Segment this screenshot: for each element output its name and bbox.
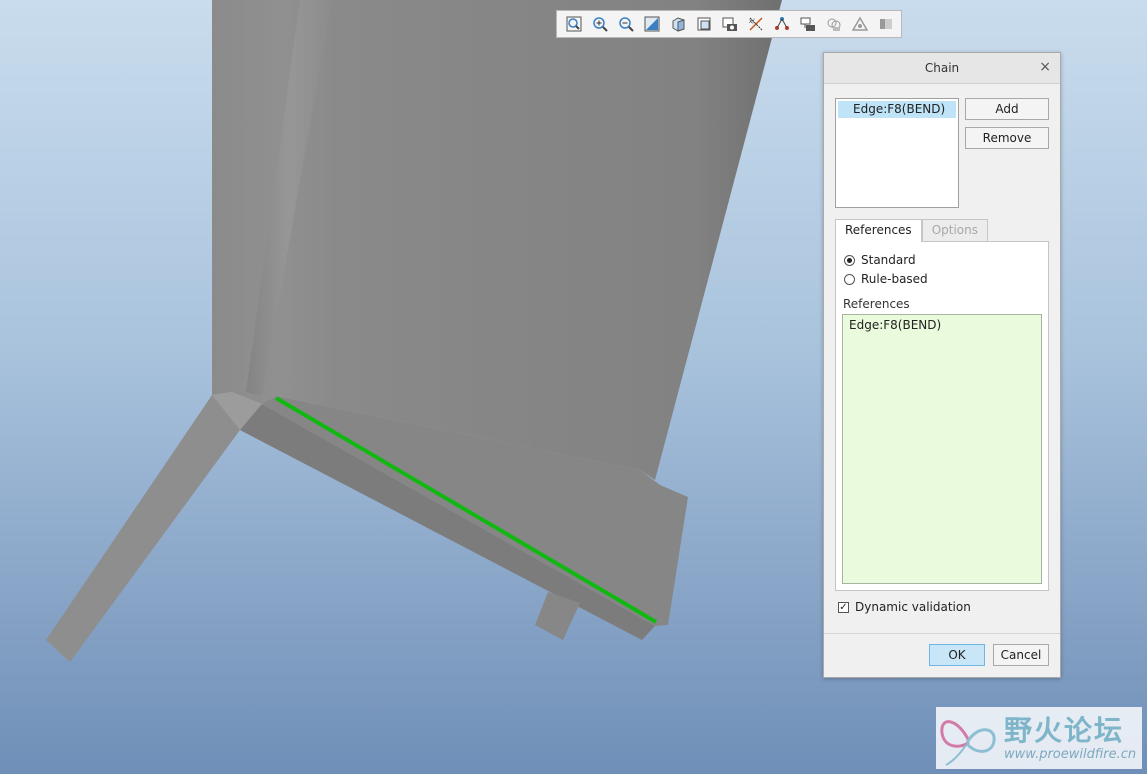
dynamic-validation-row[interactable]: ✓ Dynamic validation (838, 600, 971, 614)
tab-references[interactable]: References (835, 219, 922, 242)
add-button[interactable]: Add (965, 98, 1049, 120)
refit-icon (566, 16, 582, 32)
view-manager-button[interactable] (717, 13, 743, 35)
dialog-tabs: References Options (835, 219, 988, 242)
datum-display-icon: x/ (749, 17, 763, 31)
dialog-title: Chain (924, 61, 960, 75)
view-toolbar: x/ (556, 10, 902, 38)
chain-list-item[interactable]: Edge:F8(BEND) (838, 101, 956, 118)
dialog-title-bar[interactable]: Chain × (824, 53, 1060, 84)
watermark-title: 野火论坛 (1004, 714, 1125, 747)
butterfly-logo-icon (940, 720, 996, 766)
datum-display-button[interactable]: x/ (743, 13, 769, 35)
reference-item[interactable]: Edge:F8(BEND) (849, 318, 1035, 332)
appearance-button[interactable] (821, 13, 847, 35)
chain-dialog: Chain × Edge:F8(BEND) Add Remove Referen… (823, 52, 1061, 678)
tab-options[interactable]: Options (921, 219, 988, 241)
zoom-out-icon (619, 17, 634, 32)
svg-text:x/: x/ (749, 18, 756, 25)
appearance-icon (827, 18, 841, 31)
repaint-icon (644, 16, 660, 32)
dynamic-validation-checkbox[interactable]: ✓ (838, 601, 849, 613)
watermark-url: www.proewildfire.cn (1004, 747, 1137, 762)
references-collector[interactable]: Edge:F8(BEND) (842, 314, 1042, 584)
radio-rule-based-row[interactable]: Rule-based (844, 270, 928, 288)
section-icon (880, 19, 892, 29)
references-tab-panel: Standard Rule-based References Edge:F8(B… (835, 241, 1049, 591)
view-manager-icon (722, 17, 737, 31)
radio-standard-row[interactable]: Standard (844, 251, 916, 269)
repaint-button[interactable] (639, 13, 665, 35)
saved-orientations-icon (697, 17, 711, 31)
section-button[interactable] (873, 13, 899, 35)
references-label: References (843, 297, 910, 311)
annotation-display-icon (775, 17, 789, 30)
simulation-display-icon (852, 16, 868, 31)
ok-button[interactable]: OK (929, 644, 985, 666)
remove-button[interactable]: Remove (965, 127, 1049, 149)
annotation-display-button[interactable] (769, 13, 795, 35)
close-icon[interactable]: × (1039, 59, 1051, 75)
spin-center-icon (800, 17, 815, 31)
radio-rule-based[interactable] (844, 273, 855, 285)
chain-list[interactable]: Edge:F8(BEND) (835, 98, 959, 208)
zoom-in-button[interactable] (587, 13, 613, 35)
left-flange[interactable] (46, 395, 262, 662)
refit-button[interactable] (561, 13, 587, 35)
watermark-logo: 野火论坛 www.proewildfire.cn (936, 707, 1142, 769)
cancel-button[interactable]: Cancel (993, 644, 1049, 666)
radio-rule-based-label: Rule-based (861, 272, 928, 286)
radio-standard[interactable] (844, 254, 855, 266)
radio-standard-label: Standard (861, 253, 916, 267)
saved-orientations-button[interactable] (691, 13, 717, 35)
dialog-separator (824, 633, 1060, 634)
display-style-icon (672, 17, 685, 32)
dynamic-validation-label: Dynamic validation (855, 600, 971, 614)
simulation-display-button[interactable] (847, 13, 873, 35)
display-style-button[interactable] (665, 13, 691, 35)
zoom-in-icon (593, 17, 608, 32)
zoom-out-button[interactable] (613, 13, 639, 35)
spin-center-button[interactable] (795, 13, 821, 35)
